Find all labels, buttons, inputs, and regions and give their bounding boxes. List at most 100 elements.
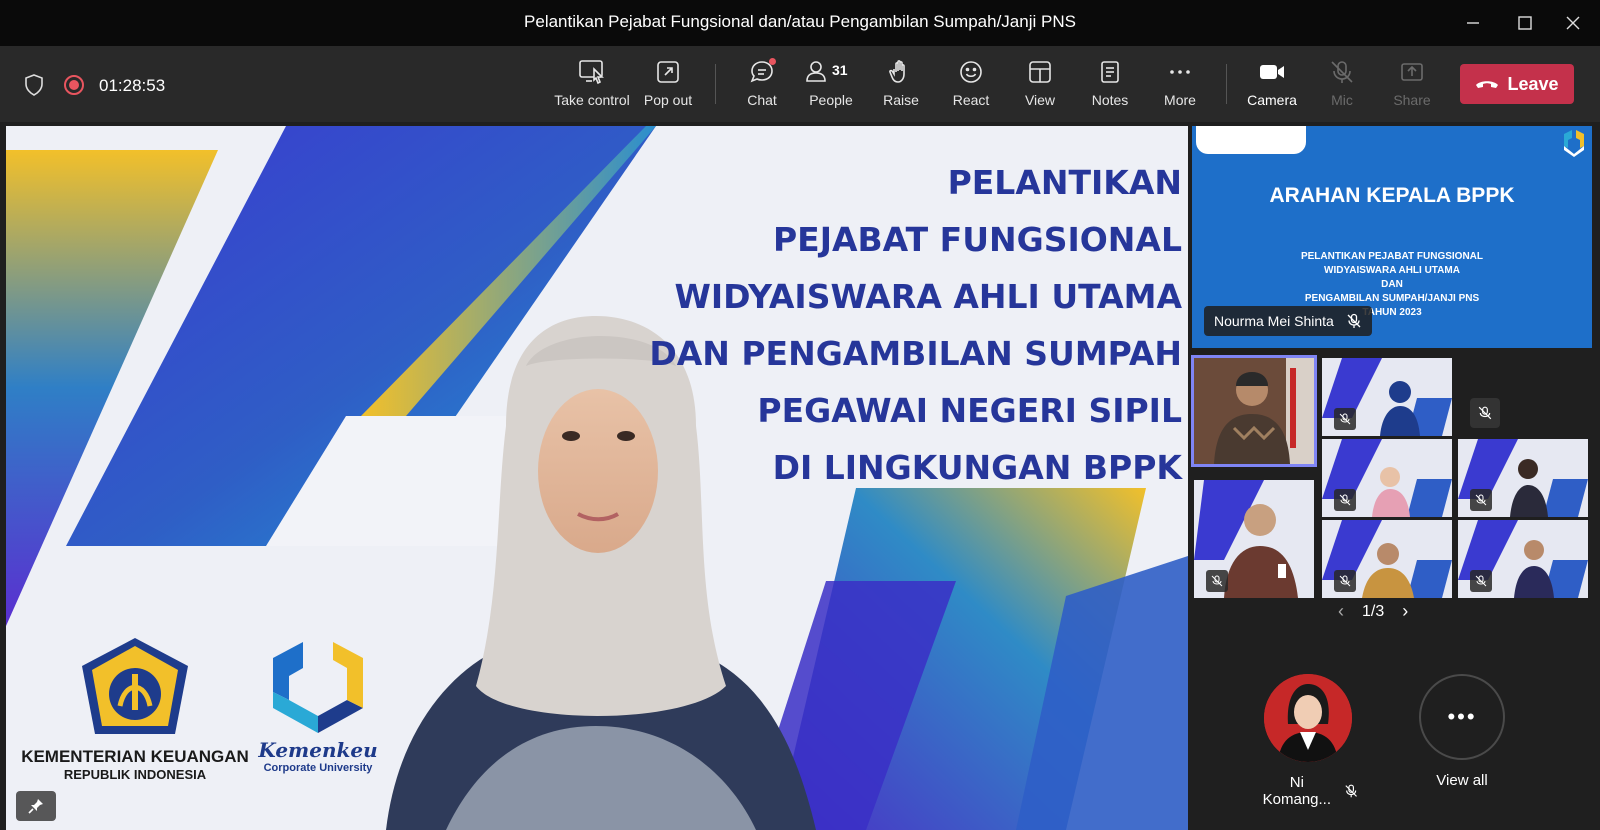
pin-icon: [28, 799, 43, 814]
mic-button[interactable]: Mic: [1302, 58, 1382, 114]
chat-label: Chat: [747, 92, 777, 108]
share-icon: [1398, 58, 1426, 86]
people-button[interactable]: 31 People: [791, 58, 871, 114]
mic-label: Mic: [1331, 92, 1353, 108]
shared-slide-logo: [1196, 126, 1306, 154]
smiley-icon: [957, 58, 985, 86]
background-slide-text: PELANTIKAN PEJABAT FUNGSIONAL WIDYAISWAR…: [649, 154, 1182, 496]
main-video-stage[interactable]: PELANTIKAN PEJABAT FUNGSIONAL WIDYAISWAR…: [6, 126, 1188, 830]
mic-off-icon: [1347, 313, 1361, 328]
view-label: View: [1024, 92, 1056, 108]
meeting-timer: 01:28:53: [99, 76, 166, 95]
view-all-button[interactable]: ••• View all: [1412, 674, 1512, 789]
people-icon: 31: [805, 58, 857, 86]
grid-view-icon: [1026, 58, 1054, 86]
participant-video-tile[interactable]: [1322, 520, 1452, 598]
screen-cursor-icon: [578, 58, 606, 86]
react-label: React: [952, 92, 990, 108]
mic-off-icon: [1328, 58, 1356, 86]
shared-slide-line: DAN: [1381, 279, 1403, 290]
corpu-small-icon: [1564, 130, 1584, 157]
people-label: People: [809, 92, 853, 108]
notes-label: Notes: [1091, 92, 1129, 108]
slide-line: PELANTIKAN: [947, 163, 1182, 202]
presenter-name: Nourma Mei Shinta: [1214, 313, 1334, 329]
mic-off-icon: [1334, 570, 1356, 592]
window-title: Pelantikan Pejabat Fungsional dan/atau P…: [524, 12, 1076, 31]
slide-line: DAN PENGAMBILAN SUMPAH: [649, 334, 1182, 373]
camera-icon: [1258, 58, 1286, 86]
unread-dot: [769, 58, 776, 65]
participant-video-tile[interactable]: [1322, 439, 1452, 517]
maximize-icon[interactable]: [1505, 8, 1545, 38]
chat-button[interactable]: Chat: [722, 58, 802, 114]
pin-button[interactable]: [16, 791, 56, 821]
shared-screen-tile[interactable]: ARAHAN KEPALA BPPK PELANTIKAN PEJABAT FU…: [1192, 126, 1592, 348]
chat-icon: [748, 58, 776, 86]
more-icon: [1166, 58, 1194, 86]
participant-video-tile[interactable]: [1191, 355, 1317, 467]
logo-ministry-subtitle: REPUBLIK INDONESIA: [63, 767, 207, 782]
mic-off-icon: [1470, 398, 1500, 428]
leave-label: Leave: [1507, 73, 1559, 94]
take-control-button[interactable]: Take control: [552, 58, 632, 114]
more-button[interactable]: More: [1140, 58, 1220, 114]
shared-slide-line: WIDYAISWARA AHLI UTAMA: [1324, 265, 1460, 276]
participant-video-tile[interactable]: [1458, 520, 1588, 598]
shared-slide-line: PENGAMBILAN SUMPAH/JANJI PNS: [1304, 293, 1480, 304]
recording-icon: [64, 75, 84, 95]
title-bar: Pelantikan Pejabat Fungsional dan/atau P…: [0, 0, 1600, 46]
ministry-emblem-icon: [82, 638, 188, 734]
notes-icon: [1096, 58, 1124, 86]
corpu-emblem-icon: [273, 642, 363, 733]
mic-off-icon: [1470, 489, 1492, 511]
participant-name-row: Ni Komang...: [1258, 774, 1358, 808]
slide-line: DI LINGKUNGAN BPPK: [772, 448, 1182, 487]
share-label: Share: [1393, 92, 1431, 108]
take-control-label: Take control: [554, 92, 630, 108]
chevron-left-icon[interactable]: ‹: [1338, 601, 1344, 622]
participant-name: Ni Komang...: [1262, 774, 1332, 808]
pop-out-button[interactable]: Pop out: [628, 58, 708, 114]
presenter-name-tag: Nourma Mei Shinta: [1204, 306, 1372, 336]
view-button[interactable]: View: [1000, 58, 1080, 114]
kemenkeu-logo: KEMENTERIAN KEUANGAN REPUBLIK INDONESIA: [20, 636, 250, 782]
mic-off-icon: [1206, 570, 1228, 592]
pop-out-icon: [654, 58, 682, 86]
logo-ministry-name: KEMENTERIAN KEUANGAN: [21, 747, 249, 766]
toolbar-divider: [715, 64, 716, 104]
avatar: [1264, 674, 1352, 762]
chevron-right-icon[interactable]: ›: [1402, 601, 1408, 622]
corporate-university-logo: Kemenkeu Corporate University: [258, 638, 378, 774]
pop-out-label: Pop out: [643, 92, 693, 108]
participant-video-tile[interactable]: [1322, 358, 1452, 436]
mic-off-icon: [1345, 784, 1357, 798]
share-button[interactable]: Share: [1372, 58, 1452, 114]
slide-line: PEGAWAI NEGERI SIPIL: [757, 391, 1182, 430]
camera-button[interactable]: Camera: [1232, 58, 1312, 114]
mic-off-icon: [1470, 570, 1492, 592]
shared-slide-line: PELANTIKAN PEJABAT FUNGSIONAL: [1300, 251, 1484, 262]
participant-avatar-tile[interactable]: Ni Komang...: [1258, 674, 1358, 808]
more-icon: •••: [1419, 674, 1505, 760]
close-icon[interactable]: [1553, 8, 1593, 38]
participant-video-tile[interactable]: [1194, 480, 1314, 598]
more-label: More: [1164, 92, 1196, 108]
react-button[interactable]: React: [931, 58, 1011, 114]
gallery-pager: ‹ 1/3 ›: [1338, 601, 1408, 622]
camera-label: Camera: [1247, 92, 1297, 108]
slide-line: WIDYAISWARA AHLI UTAMA: [674, 277, 1182, 316]
corpu-subtitle: Corporate University: [263, 762, 373, 774]
right-gallery-panel: ARAHAN KEPALA BPPK PELANTIKAN PEJABAT FU…: [1188, 126, 1600, 830]
raise-hand-button[interactable]: Raise: [861, 58, 941, 114]
participant-video: [1194, 358, 1314, 464]
slide-line: PEJABAT FUNGSIONAL: [772, 220, 1182, 259]
mic-off-icon: [1334, 408, 1356, 430]
notes-button[interactable]: Notes: [1070, 58, 1150, 114]
minimize-icon[interactable]: [1453, 8, 1493, 38]
meeting-toolbar: 01:28:53 Take control Pop out Chat 31 Pe…: [0, 46, 1600, 122]
participant-video-tile[interactable]: [1458, 439, 1588, 517]
leave-button[interactable]: Leave: [1460, 64, 1574, 104]
people-count: 31: [832, 62, 848, 78]
toolbar-divider: [1226, 64, 1227, 104]
